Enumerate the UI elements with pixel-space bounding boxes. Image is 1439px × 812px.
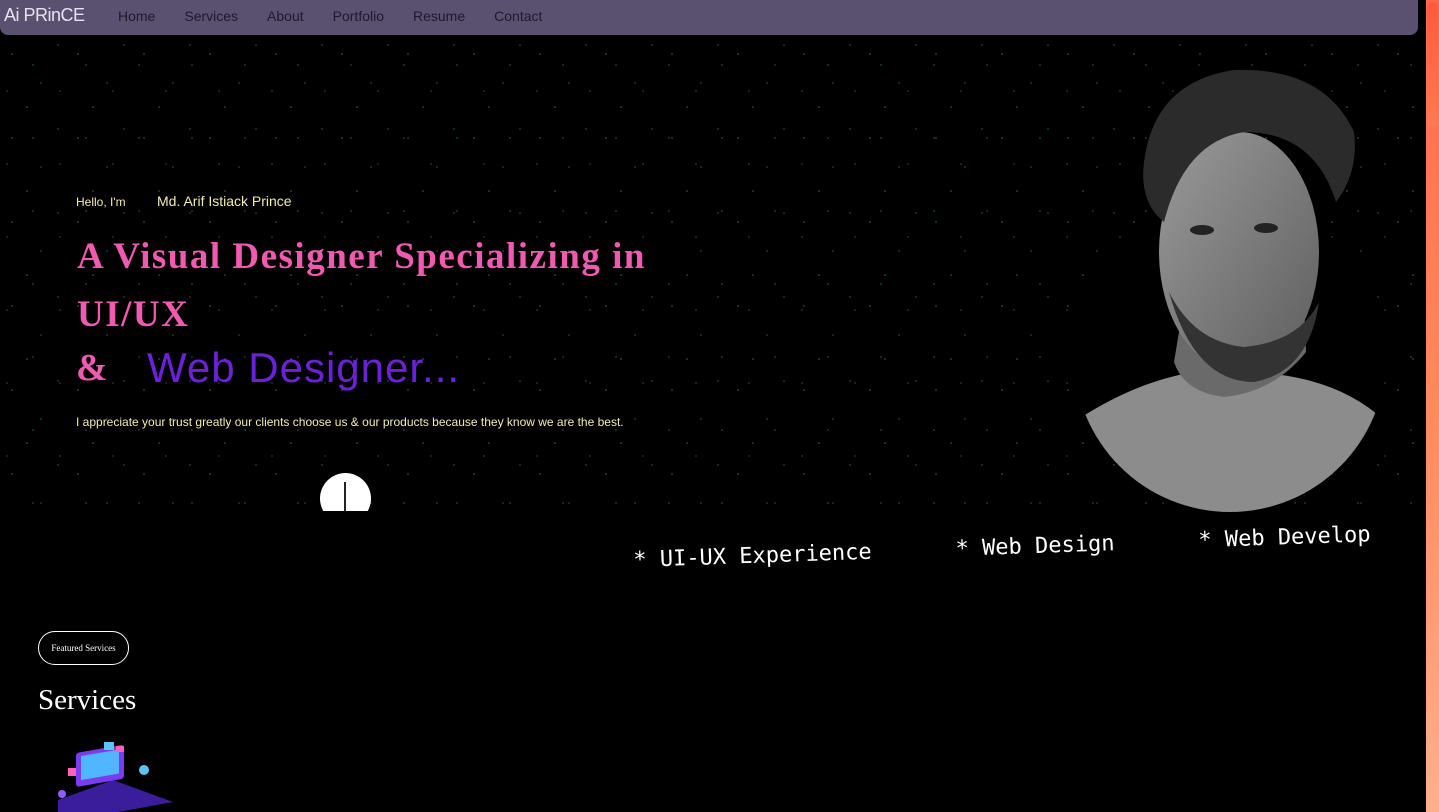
skills-marquee: * UI-UX Experience * Web Design * Web De… <box>633 521 1417 608</box>
nav-links: Home Services About Portfolio Resume Con… <box>118 8 571 24</box>
marquee-item-web-design: * Web Design <box>955 531 1115 562</box>
scrollbar-track[interactable] <box>1426 0 1439 812</box>
nav-link-contact[interactable]: Contact <box>494 8 542 24</box>
arrow-down-icon <box>344 482 346 511</box>
hero-name: Md. Arif Istiack Prince <box>157 193 292 209</box>
site-logo[interactable]: Ai PRinCE <box>4 5 85 26</box>
hero-greeting: Hello, I'm <box>76 195 126 209</box>
nav-link-about[interactable]: About <box>267 8 304 24</box>
services-heading: Services <box>38 684 137 716</box>
marquee-item-uiux: * UI-UX Experience <box>632 539 873 574</box>
scrollbar-thumb[interactable] <box>1427 2 1438 127</box>
nav-link-resume[interactable]: Resume <box>413 8 465 24</box>
top-navbar: Ai PRinCE Home Services About Portfolio … <box>0 0 1418 35</box>
featured-services-badge: Featured Services <box>38 631 129 665</box>
hero-tagline: I appreciate your trust greatly our clie… <box>76 415 624 429</box>
profile-portrait <box>1074 69 1386 512</box>
scroll-down-button[interactable] <box>320 473 371 511</box>
hero-typed-role: Web Designer... <box>147 344 461 391</box>
nav-link-portfolio[interactable]: Portfolio <box>333 8 384 24</box>
hero-ampersand: & <box>76 347 108 389</box>
marquee-item-web-develop: * Web Develop <box>1197 522 1371 554</box>
hero-headline: A Visual Designer Specializing in UI/UX <box>77 236 646 335</box>
nav-link-services[interactable]: Services <box>184 8 238 24</box>
nav-link-home[interactable]: Home <box>118 8 155 24</box>
service-illustration <box>58 742 173 812</box>
